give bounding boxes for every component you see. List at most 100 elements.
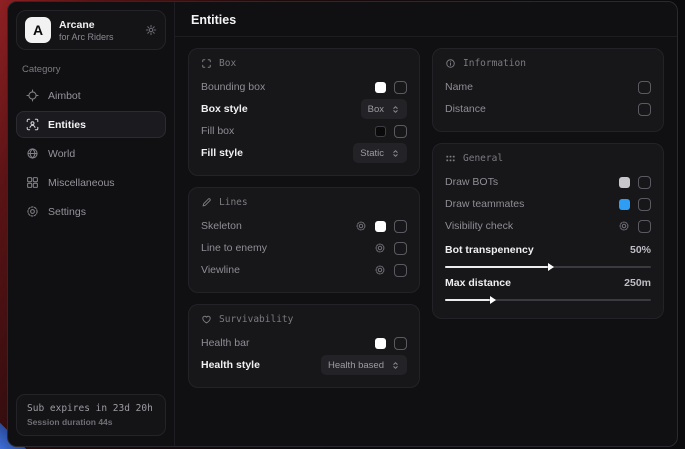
sidebar-item-world[interactable]: World <box>16 140 166 167</box>
color-swatch[interactable] <box>375 126 386 137</box>
distance-checkbox[interactable] <box>638 103 651 116</box>
brand-text: Arcane for Arc Riders <box>59 19 137 42</box>
chevron-updown-icon <box>391 361 400 370</box>
arcane-window: A Arcane for Arc Riders Category Aimbot <box>7 1 678 447</box>
lines-card: Lines Skeleton Line to enemy <box>188 187 420 293</box>
setting-label: Health bar <box>201 337 249 349</box>
sidebar-item-label: Aimbot <box>48 90 81 102</box>
draw-bots-checkbox[interactable] <box>638 176 651 189</box>
setting-row-viewline: Viewline <box>201 259 407 281</box>
bot-transparency-value: 50% <box>630 244 651 256</box>
lines-card-header: Lines <box>201 197 407 208</box>
dropdown-value: Static <box>360 148 384 159</box>
viewline-settings-gear-icon[interactable] <box>374 264 386 276</box>
health-bar-checkbox[interactable] <box>394 337 407 350</box>
bot-transparency-slider-group: Bot transpenency 50% <box>445 241 651 268</box>
setting-row-fill-box: Fill box <box>201 120 407 142</box>
setting-label: Fill box <box>201 125 234 137</box>
crosshair-icon <box>26 89 39 102</box>
setting-label: Box style <box>201 103 248 115</box>
information-card: Information Name Distance <box>432 48 664 132</box>
max-distance-slider-group: Max distance 250m <box>445 274 651 301</box>
skeleton-checkbox[interactable] <box>394 220 407 233</box>
line-to-enemy-checkbox[interactable] <box>394 242 407 255</box>
box-style-dropdown[interactable]: Box <box>361 99 407 119</box>
sidebar-item-label: Settings <box>48 206 86 218</box>
skeleton-settings-gear-icon[interactable] <box>355 220 367 232</box>
sidebar-item-miscellaneous[interactable]: Miscellaneous <box>16 169 166 196</box>
pencil-icon <box>201 197 212 208</box>
setting-label: Skeleton <box>201 220 242 232</box>
survivability-card-header: Survivability <box>201 314 407 325</box>
box-card: Box Bounding box Box style Box <box>188 48 420 176</box>
max-distance-value: 250m <box>624 277 651 289</box>
brand-subtitle: for Arc Riders <box>59 32 137 42</box>
dropdown-value: Health based <box>328 360 384 371</box>
card-title-label: General <box>463 153 503 164</box>
fill-style-dropdown[interactable]: Static <box>353 143 407 163</box>
setting-label: Line to enemy <box>201 242 267 254</box>
box-card-header: Box <box>201 58 407 69</box>
setting-row-box-style: Box style Box <box>201 98 407 120</box>
setting-label: Draw BOTs <box>445 176 498 188</box>
heart-icon <box>201 314 212 325</box>
setting-label: Bot transpenency <box>445 244 534 256</box>
globe-icon <box>26 147 39 160</box>
fill-box-checkbox[interactable] <box>394 125 407 138</box>
draw-teammates-checkbox[interactable] <box>638 198 651 211</box>
color-swatch[interactable] <box>375 82 386 93</box>
main-area: Entities Box Bounding box <box>175 2 677 446</box>
setting-label: Bounding box <box>201 81 265 93</box>
content: Box Bounding box Box style Box <box>175 37 677 446</box>
session-duration-text: Session duration 44s <box>27 417 155 427</box>
line-to-enemy-settings-gear-icon[interactable] <box>374 242 386 254</box>
color-swatch[interactable] <box>619 177 630 188</box>
setting-row-bounding-box: Bounding box <box>201 76 407 98</box>
card-title-label: Information <box>463 58 526 69</box>
brand-panel: A Arcane for Arc Riders <box>16 10 166 50</box>
brand-gear-icon[interactable] <box>145 24 157 36</box>
health-style-dropdown[interactable]: Health based <box>321 355 407 375</box>
max-distance-slider[interactable] <box>445 299 651 301</box>
slider-fill[interactable] <box>445 266 548 268</box>
setting-row-fill-style: Fill style Static <box>201 142 407 164</box>
setting-label: Distance <box>445 103 486 115</box>
setting-row-draw-teammates: Draw teammates <box>445 193 651 215</box>
color-swatch[interactable] <box>375 338 386 349</box>
setting-row-skeleton: Skeleton <box>201 215 407 237</box>
setting-label: Name <box>445 81 473 93</box>
name-checkbox[interactable] <box>638 81 651 94</box>
sidebar-item-label: Miscellaneous <box>48 177 115 189</box>
sidebar-item-aimbot[interactable]: Aimbot <box>16 82 166 109</box>
sub-expiry-text: Sub expires in 23d 20h <box>27 403 155 414</box>
general-card-header: General <box>445 153 651 164</box>
setting-row-line-to-enemy: Line to enemy <box>201 237 407 259</box>
setting-label: Fill style <box>201 147 243 159</box>
color-swatch[interactable] <box>375 221 386 232</box>
bounding-box-checkbox[interactable] <box>394 81 407 94</box>
chevron-updown-icon <box>391 149 400 158</box>
dropdown-value: Box <box>368 104 384 115</box>
sidebar-item-label: Entities <box>48 119 86 131</box>
right-column: Information Name Distance <box>432 48 664 319</box>
slider-fill[interactable] <box>445 299 490 301</box>
card-title-label: Survivability <box>219 314 293 325</box>
category-label: Category <box>22 64 160 75</box>
subscription-panel: Sub expires in 23d 20h Session duration … <box>16 394 166 436</box>
setting-label: Health style <box>201 359 260 371</box>
brand-title: Arcane <box>59 19 137 31</box>
setting-row-name: Name <box>445 76 651 98</box>
sidebar-nav: Aimbot Entities World Miscellaneous <box>16 82 166 225</box>
sidebar-item-settings[interactable]: Settings <box>16 198 166 225</box>
setting-label: Max distance <box>445 277 511 289</box>
visibility-check-settings-gear-icon[interactable] <box>618 220 630 232</box>
entities-icon <box>26 118 39 131</box>
color-swatch[interactable] <box>619 199 630 210</box>
visibility-check-checkbox[interactable] <box>638 220 651 233</box>
bot-transparency-slider[interactable] <box>445 266 651 268</box>
sidebar-item-entities[interactable]: Entities <box>16 111 166 138</box>
box-brackets-icon <box>201 58 212 69</box>
viewline-checkbox[interactable] <box>394 264 407 277</box>
grid-icon <box>26 176 39 189</box>
card-title-label: Box <box>219 58 236 69</box>
